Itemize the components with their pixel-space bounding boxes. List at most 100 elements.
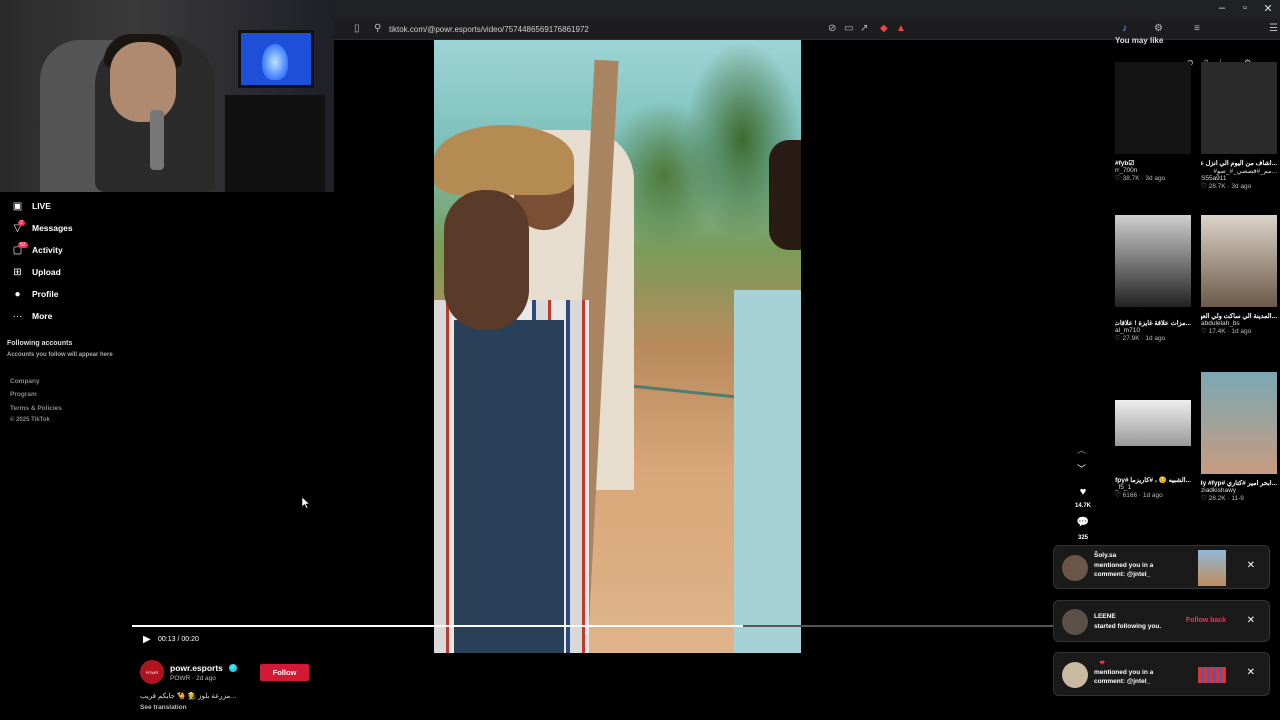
recommended-video-tile[interactable]: ...اشاف من اليوم الي انزل علاقتنا ...مم_… [1201,62,1277,190]
video-player[interactable] [434,40,801,653]
notification-toast[interactable]: Šoly.sa mentioned you in a comment: @jnt… [1053,545,1270,589]
notification-avatar [1062,555,1088,581]
close-window-icon[interactable]: ✕ [1258,2,1278,15]
tile-title: ...مزات علاقة غايزة ! علاقات [1115,320,1191,327]
extension-icon[interactable]: ⊘ [828,23,836,34]
recommended-video-tile[interactable]: #fyb☑ rr_700n ♡ 38.7K · 3d ago [1115,62,1191,182]
sidebar-item-profile[interactable]: ● Profile [12,285,58,303]
sidebar-item-label: More [32,311,53,321]
tile-stats: ♡ 38.7K · 3d ago [1115,175,1166,182]
tile-author: al_m710 [1115,327,1140,334]
avatar-logo-text: POWR [145,669,159,675]
author-avatar[interactable]: POWR [140,660,164,684]
bookmark-icon[interactable]: ▯ [354,23,360,34]
progress-fill [132,625,743,627]
sidebar-item-activity[interactable]: ▢ 52 Activity [12,241,63,259]
upload-icon: ⊞ [13,266,22,278]
notification-name: LEENE [1094,613,1116,620]
url-text[interactable]: tiktok.com/@powr.esports/video/757448656… [389,25,589,34]
audio-icon[interactable]: ♪ [1122,23,1127,34]
close-icon[interactable]: ✕ [1247,615,1255,626]
more-icon: ··· [12,310,23,322]
live-icon: ▣ [12,200,23,212]
notification-name: Šoly.sa [1094,552,1117,559]
mouse-cursor-icon [302,497,310,509]
following-subtitle: Accounts you follow will appear here [7,352,113,358]
activity-badge: 52 [18,241,28,248]
rewards-icon[interactable]: ▲ [896,23,906,34]
tile-title: #fyb☑ [1115,160,1135,167]
video-thumbnail [1201,372,1277,474]
share-icon[interactable]: ↗ [860,23,868,34]
video-thumbnail [1115,215,1191,307]
author-meta: POWR · 2d ago [170,675,216,682]
follow-button[interactable]: Follow [260,664,309,681]
footer-company[interactable]: Company [10,378,40,385]
footer-program[interactable]: Program [10,391,37,398]
sidebar-item-messages[interactable]: ▽ 2 Messages [12,219,73,237]
brave-shield-icon[interactable]: ◆ [880,23,888,34]
sidebar-item-label: Activity [32,245,63,255]
verified-icon: ✓ [229,664,237,672]
sidebar-item-label: Profile [32,289,59,299]
maximize-icon[interactable]: ▫ [1235,2,1255,14]
notification-avatar [1062,662,1088,688]
chevron-down-icon[interactable]: ﹀ [1077,462,1086,475]
minimize-icon[interactable]: – [1212,2,1232,14]
follow-back-button[interactable]: Follow back [1186,617,1226,624]
tile-title: ...المدينة الي ساكت ولي العهد [1201,313,1277,320]
like-count: 14.7K [1074,503,1091,509]
video-thumbnail [1201,215,1277,307]
comment-count: 325 [1077,535,1088,541]
recommended-video-tile[interactable]: ...الشبيه 😊 ، #كاريزما #fyp #fpy _f5_1 ♡… [1115,400,1191,499]
tile-stats: ♡ 6166 · 1d ago [1115,492,1163,499]
notification-avatar [1062,609,1088,635]
footer-terms[interactable]: Terms & Policies [10,405,62,412]
menu-icon[interactable]: ≡ [1194,23,1200,34]
recommended-video-tile[interactable]: ...المدينة الي ساكت ولي العهد abdulelah_… [1201,215,1277,335]
notification-toast[interactable]: LEENE started following you. Follow back… [1053,600,1270,642]
notification-preview [1198,667,1226,683]
sidebar-item-upload[interactable]: ⊞ Upload [12,263,61,281]
messages-icon: ▽ 2 [13,219,25,234]
comment-icon[interactable]: 💬 [1074,517,1092,528]
you-may-like-title: You may like [1115,36,1164,45]
footer-copyright: © 2025 TikTok [10,417,50,423]
play-icon[interactable]: ▶ [143,634,153,645]
tile-stats: ♡ 28.7K · 3d ago [1201,183,1252,190]
video-thumbnail [1115,62,1191,154]
video-progress-bar[interactable] [132,625,1072,627]
webcam-overlay [0,0,334,192]
close-icon[interactable]: ✕ [1247,667,1255,678]
chevron-up-icon[interactable]: ︿ [1077,443,1086,456]
recommended-video-tile[interactable]: ...مزات علاقة غايزة ! علاقات al_m710 ♡ 2… [1115,215,1191,342]
video-caption: ...مزرعة بلوز 🧑‍🌾 🐪 جايكم قريب [140,693,237,700]
tile-author: abdulelah_bs [1201,320,1240,327]
sidebar-item-more[interactable]: ··· More [12,307,53,325]
tile-stats: ♡ 17.4K · 1d ago [1201,328,1252,335]
tile-author: rr_700n [1115,167,1138,174]
recommended-video-tile[interactable]: ...ابحر امير #كتاري #comedy #fyp ziadkis… [1201,372,1277,502]
notification-message: started following you. [1094,623,1162,630]
sidebar-item-live[interactable]: ▣ LIVE [12,197,51,215]
site-info-icon[interactable]: ⚲ [374,23,381,34]
video-thumbnail [1201,62,1277,154]
tile-author: ziadkishawy [1201,487,1237,494]
extensions-icon[interactable]: ⚙ [1154,23,1163,34]
video-thumbnail [1115,400,1191,446]
like-icon[interactable]: ♥ [1074,486,1092,498]
notification-toast[interactable]: _ ❤ mentioned you in a comment: @jntel_ … [1053,652,1270,696]
cast-icon[interactable]: ▭ [844,23,853,34]
more-icon[interactable]: ☰ [1269,23,1278,34]
notification-message: mentioned you in a comment: @jntel_ [1094,562,1154,578]
sidebar-item-label: LIVE [32,201,51,211]
see-translation-link[interactable]: See translation [140,704,187,711]
tile-stats: ♡ 28.2K · 11-9 [1201,495,1244,502]
messages-badge: 2 [18,219,25,226]
close-icon[interactable]: ✕ [1247,560,1255,571]
author-name[interactable]: powr.esports [170,663,223,673]
profile-icon: ● [14,288,21,300]
following-title: Following accounts [7,340,73,347]
notification-name: _ ❤ [1094,660,1105,667]
tile-title: ...الشبيه 😊 ، #كاريزما #fyp #fpy [1115,477,1191,484]
